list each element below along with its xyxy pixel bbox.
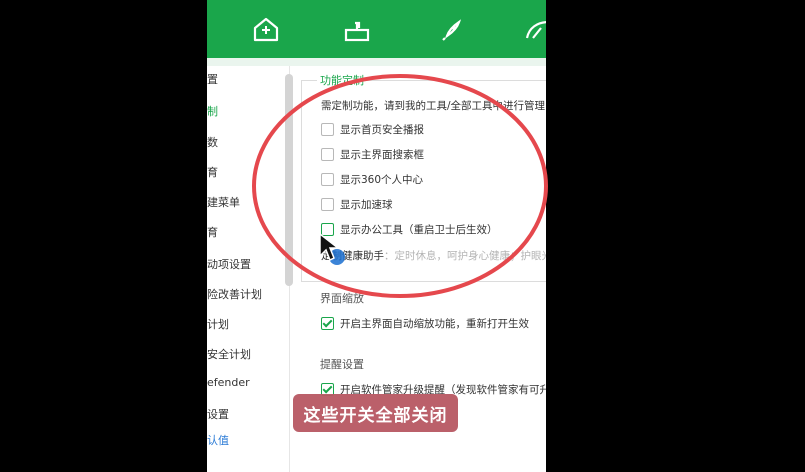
health-assistant-desc: ：定时休息，呵护身心健康；护眼光线 <box>384 249 546 262</box>
mouse-cursor-icon <box>319 232 345 265</box>
video-caption: 这些开关全部关闭 <box>293 394 458 432</box>
sidebar-item-10[interactable]: efender <box>207 376 250 389</box>
home-shield-icon[interactable] <box>251 14 281 44</box>
sidebar-item-3[interactable]: 育 <box>207 164 218 180</box>
health-assistant-row: 定制健康助手 ：定时休息，呵护身心健康；护眼光线 <box>321 247 546 263</box>
option-office-tools[interactable]: 显示办公工具 （重启卫士后生效） <box>321 221 498 237</box>
sidebar-scrollbar[interactable] <box>285 74 293 286</box>
settings-sidebar: 置 制 数 育 建菜单 育 动项设置 险改善计划 计划 安全计划 efender… <box>207 66 290 472</box>
speed-icon[interactable] <box>523 14 546 44</box>
right-black-band <box>546 0 805 472</box>
option-label: 显示主界面搜索框 <box>340 148 424 161</box>
app-header <box>207 0 546 58</box>
toolbox-icon[interactable] <box>342 14 372 44</box>
ui-zoom-title: 界面缩放 <box>317 290 367 306</box>
option-label: 开启主界面自动缩放功能，重新打开生效 <box>340 317 529 330</box>
checkbox[interactable] <box>321 172 334 186</box>
sidebar-item-4[interactable]: 建菜单 <box>207 194 240 210</box>
sidebar-item-7[interactable]: 险改善计划 <box>207 286 262 302</box>
option-search-box[interactable]: 显示主界面搜索框 <box>321 146 424 162</box>
sidebar-item-6[interactable]: 动项设置 <box>207 256 251 272</box>
option-speed-ball[interactable]: 显示加速球 <box>321 196 393 212</box>
rocket-icon[interactable] <box>437 14 467 44</box>
left-black-band <box>0 0 207 472</box>
checkbox-checked[interactable] <box>321 316 334 330</box>
option-personal-center[interactable]: 显示360个人中心 <box>321 171 423 187</box>
sidebar-item-5[interactable]: 育 <box>207 224 218 240</box>
checkbox[interactable] <box>321 147 334 161</box>
option-note: （重启卫士后生效） <box>403 223 498 236</box>
reminder-title: 提醒设置 <box>317 356 367 372</box>
checkbox[interactable] <box>321 197 334 211</box>
option-auto-zoom[interactable]: 开启主界面自动缩放功能，重新打开生效 <box>321 315 529 331</box>
video-frame: 置 制 数 育 建菜单 育 动项设置 险改善计划 计划 安全计划 efender… <box>0 0 805 472</box>
restore-defaults-link[interactable]: 认值 <box>207 432 229 448</box>
option-label: 显示加速球 <box>340 198 393 211</box>
option-label: 显示首页安全播报 <box>340 123 424 136</box>
sidebar-item-8[interactable]: 计划 <box>207 316 229 332</box>
sidebar-item-2[interactable]: 数 <box>207 134 218 150</box>
checkbox[interactable] <box>321 122 334 136</box>
feature-custom-description: 需定制功能，请到我的工具/全部工具中进行管理 <box>321 100 546 112</box>
sidebar-item-1[interactable]: 制 <box>207 103 218 119</box>
sidebar-item-0[interactable]: 置 <box>207 71 218 87</box>
option-label: 显示办公工具 <box>340 223 403 236</box>
feature-custom-title: 功能定制 <box>317 72 367 88</box>
option-label: 显示360个人中心 <box>340 173 424 186</box>
sidebar-item-9[interactable]: 安全计划 <box>207 346 251 362</box>
option-home-broadcast[interactable]: 显示首页安全播报 <box>321 121 424 137</box>
sidebar-item-11[interactable]: 设置 <box>207 406 229 422</box>
header-underbar <box>207 58 546 66</box>
